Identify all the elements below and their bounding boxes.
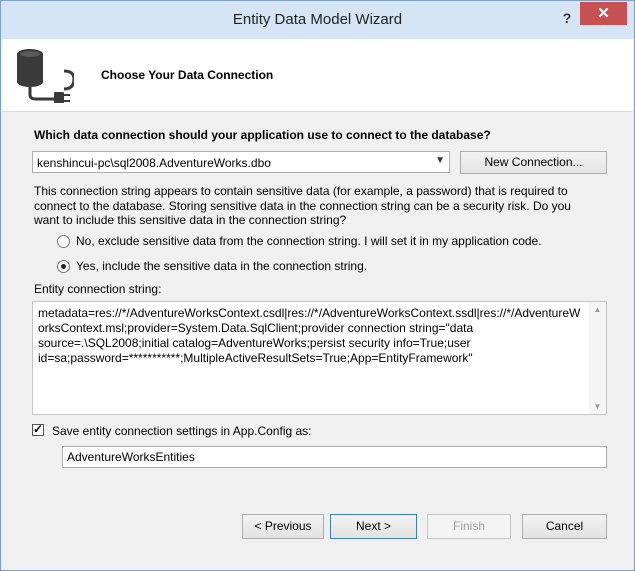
sensitive-data-warning: This connection string appears to contai… <box>34 184 571 227</box>
connection-select-value: kenshincui-pc\sql2008.AdventureWorks.dbo <box>37 156 271 170</box>
radio-include-label[interactable]: Yes, include the sensitive data in the c… <box>76 259 367 273</box>
title-bar[interactable]: Entity Data Model Wizard ? ✕ <box>1 1 634 39</box>
entity-connection-label: Entity connection string: <box>34 282 162 296</box>
page-title: Choose Your Data Connection <box>101 68 274 82</box>
cancel-button[interactable]: Cancel <box>522 514 607 539</box>
radio-exclude-label[interactable]: No, exclude sensitive data from the conn… <box>76 234 542 248</box>
save-settings-checkbox[interactable]: ✓ <box>32 422 44 436</box>
finish-button: Finish <box>427 514 511 539</box>
save-settings-label[interactable]: Save entity connection settings in App.C… <box>52 424 312 438</box>
close-button[interactable]: ✕ <box>580 2 627 25</box>
radio-exclude-indicator[interactable] <box>57 235 70 248</box>
previous-button[interactable]: < Previous <box>242 514 324 539</box>
connection-select[interactable]: kenshincui-pc\sql2008.AdventureWorks.dbo… <box>32 151 450 173</box>
wizard-content: Which data connection should your applic… <box>2 112 633 570</box>
wizard-header: Choose Your Data Connection <box>2 39 633 112</box>
database-plug-icon <box>17 49 74 103</box>
next-button[interactable]: Next > <box>330 514 417 539</box>
wizard-window: Entity Data Model Wizard ? ✕ Choose Your… <box>0 0 635 571</box>
scroll-down-icon[interactable]: ▼ <box>589 399 606 414</box>
new-connection-button[interactable]: New Connection... <box>460 151 607 174</box>
chevron-down-icon: ▼ <box>435 155 445 166</box>
checkmark-icon: ✓ <box>33 422 44 436</box>
window-title: Entity Data Model Wizard <box>232 11 403 28</box>
entity-connection-string: metadata=res://*/AdventureWorksContext.c… <box>38 306 581 365</box>
help-button[interactable]: ? <box>557 8 577 28</box>
app-config-name-input[interactable]: AdventureWorksEntities <box>62 446 607 468</box>
scroll-up-icon[interactable]: ▲ <box>589 302 606 317</box>
radio-include-indicator[interactable] <box>57 260 70 273</box>
vertical-scrollbar[interactable]: ▲ ▼ <box>589 302 606 414</box>
close-icon: ✕ <box>597 5 610 22</box>
connection-question: Which data connection should your applic… <box>34 128 491 142</box>
entity-connection-textbox[interactable]: metadata=res://*/AdventureWorksContext.c… <box>32 301 607 415</box>
